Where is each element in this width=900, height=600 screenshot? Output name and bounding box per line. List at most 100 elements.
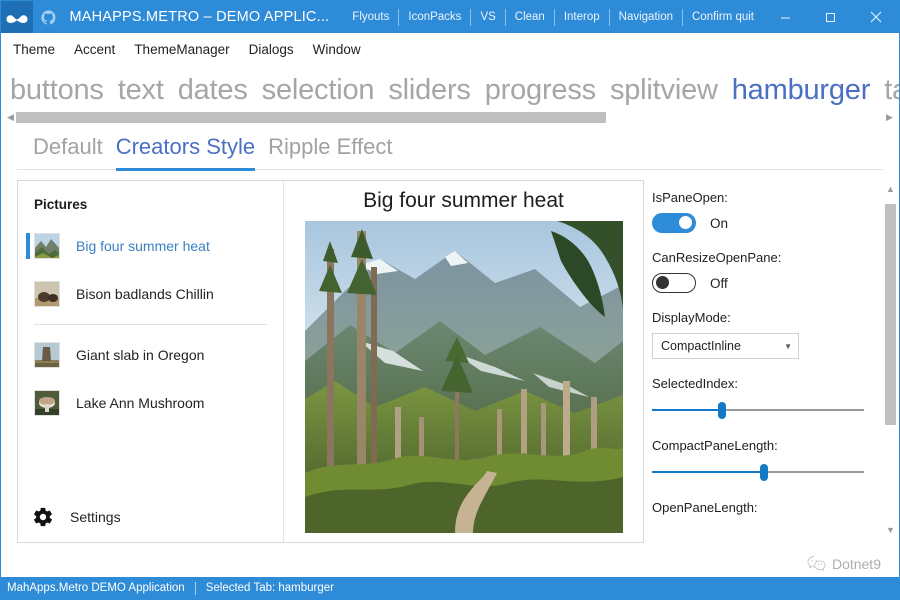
menu-item-accent[interactable]: Accent — [74, 42, 115, 57]
options-list: IsPaneOpen: On CanResizeOpenPane: Off Di… — [652, 180, 878, 577]
status-selected-tab: Selected Tab: hamburger — [205, 582, 334, 594]
settings-label: Settings — [70, 509, 121, 525]
gear-icon — [34, 507, 52, 527]
close-button[interactable] — [853, 1, 899, 33]
thumb-mountain-icon — [35, 234, 59, 258]
is-pane-open-state: On — [710, 215, 729, 231]
maximize-button[interactable] — [808, 1, 853, 33]
compact-pane-length-slider[interactable] — [652, 461, 864, 483]
detail-view: Big four summer heat — [284, 181, 643, 542]
slider-thumb[interactable] — [717, 402, 726, 419]
vscroll-track[interactable] — [885, 198, 896, 522]
menu-item-theme[interactable]: Theme — [13, 42, 55, 57]
thumbnail-icon — [34, 390, 60, 416]
option-compact-pane-length: CompactPaneLength: — [652, 438, 878, 483]
compact-pane-length-label: CompactPaneLength: — [652, 438, 778, 453]
pane-divider — [34, 324, 267, 325]
subtab-default[interactable]: Default — [33, 127, 103, 169]
display-mode-label: DisplayMode: — [652, 310, 731, 325]
tab-hamburger[interactable]: hamburger — [732, 72, 871, 108]
can-resize-open-pane-row: Off — [652, 273, 878, 293]
tab-progress[interactable]: progress — [485, 72, 596, 108]
scroll-down-icon[interactable]: ▼ — [886, 526, 895, 535]
list-item-label: Big four summer heat — [76, 238, 210, 254]
list-item-label: Bison badlands Chillin — [76, 286, 214, 302]
hscroll-track[interactable] — [16, 111, 884, 123]
display-mode-dropdown[interactable]: CompactInline ▼ — [652, 333, 799, 359]
selected-index-slider[interactable] — [652, 399, 864, 421]
option-can-resize-open-pane: CanResizeOpenPane: Off — [652, 250, 878, 293]
list-item-lake-ann-mushroom[interactable]: Lake Ann Mushroom — [18, 379, 283, 427]
window-controls — [763, 1, 899, 33]
tab-splitview[interactable]: splitview — [610, 72, 718, 108]
titlebar-menu: Flyouts IconPacks VS Clean Interop Navig… — [343, 1, 763, 33]
github-cat-icon — [41, 9, 56, 24]
is-pane-open-toggle[interactable] — [652, 213, 696, 233]
option-open-pane-length: OpenPaneLength: — [652, 500, 878, 515]
scroll-up-icon[interactable]: ▲ — [886, 185, 895, 194]
list-item-label: Lake Ann Mushroom — [76, 395, 205, 411]
options-vertical-scrollbar[interactable]: ▲ ▼ — [882, 180, 899, 540]
options-panel: IsPaneOpen: On CanResizeOpenPane: Off Di… — [644, 180, 899, 577]
menu-item-thememanager[interactable]: ThemeManager — [134, 42, 229, 57]
titlebar-item-navigation[interactable]: Navigation — [610, 8, 683, 26]
tab-dates[interactable]: dates — [178, 72, 248, 108]
tab-selection[interactable]: selection — [262, 72, 375, 108]
slider-thumb[interactable] — [760, 464, 769, 481]
thumb-slab-icon — [35, 343, 59, 367]
title-bar: MAHAPPS.METRO – DEMO APPLIC... Flyouts I… — [1, 1, 899, 33]
chevron-down-icon: ▼ — [784, 341, 792, 351]
display-mode-value: CompactInline — [661, 339, 741, 353]
can-resize-open-pane-toggle[interactable] — [652, 273, 696, 293]
close-icon — [870, 11, 882, 23]
mountain-forest-photo — [304, 221, 623, 533]
detail-photo — [304, 221, 623, 533]
pane-item-settings[interactable]: Settings — [18, 492, 283, 542]
slider-fill — [652, 471, 765, 473]
slider-fill — [652, 409, 722, 411]
selected-index-label: SelectedIndex: — [652, 376, 739, 391]
menu-bar: Theme Accent ThemeManager Dialogs Window — [1, 33, 899, 66]
mustache-icon — [6, 14, 28, 23]
subtab-creators-style[interactable]: Creators Style — [115, 127, 256, 171]
toggle-knob — [656, 276, 669, 289]
tabs-horizontal-scrollbar[interactable]: ◀ ▶ — [1, 108, 899, 126]
option-display-mode: DisplayMode: CompactInline ▼ — [652, 310, 878, 359]
tab-sliders[interactable]: sliders — [388, 72, 471, 108]
wechat-icon — [807, 556, 826, 572]
app-logo — [1, 1, 34, 33]
minimize-icon — [781, 17, 790, 18]
tab-buttons[interactable]: buttons — [10, 72, 104, 108]
titlebar-item-interop[interactable]: Interop — [555, 8, 610, 26]
github-icon[interactable] — [33, 1, 63, 33]
list-item-bison-badlands-chillin[interactable]: Bison badlands Chillin — [18, 270, 283, 318]
option-selected-index: SelectedIndex: — [652, 376, 878, 421]
titlebar-item-confirm-quit[interactable]: Confirm quit — [683, 9, 763, 26]
titlebar-item-vs[interactable]: VS — [471, 8, 506, 26]
titlebar-item-clean[interactable]: Clean — [506, 8, 555, 26]
list-item-big-four-summer-heat[interactable]: Big four summer heat — [18, 222, 283, 270]
titlebar-item-flyouts[interactable]: Flyouts — [343, 8, 400, 26]
hscroll-thumb[interactable] — [16, 111, 607, 123]
tab-text[interactable]: text — [118, 72, 164, 108]
scroll-left-icon[interactable]: ◀ — [5, 112, 16, 122]
minimize-button[interactable] — [763, 1, 808, 33]
open-pane-length-label: OpenPaneLength: — [652, 500, 758, 515]
status-separator — [194, 581, 196, 595]
titlebar-item-iconpacks[interactable]: IconPacks — [399, 8, 472, 26]
pane-spacer — [18, 427, 283, 492]
menu-item-window[interactable]: Window — [313, 42, 361, 57]
application-window: MAHAPPS.METRO – DEMO APPLIC... Flyouts I… — [0, 0, 900, 600]
list-item-giant-slab-in-oregon[interactable]: Giant slab in Oregon — [18, 331, 283, 379]
list-item-label: Giant slab in Oregon — [76, 347, 205, 363]
is-pane-open-row: On — [652, 213, 878, 233]
hamburger-menu-control: Pictures Big four summer heat Bison badl… — [17, 180, 644, 543]
menu-item-dialogs[interactable]: Dialogs — [249, 42, 294, 57]
vscroll-thumb[interactable] — [885, 204, 896, 425]
toggle-knob — [679, 216, 692, 229]
content-area: Pictures Big four summer heat Bison badl… — [1, 170, 899, 577]
thumb-mushroom-icon — [35, 391, 59, 415]
tab-tabcontrol[interactable]: tabcontrol — [884, 72, 899, 108]
subtab-ripple-effect[interactable]: Ripple Effect — [268, 127, 392, 169]
scroll-right-icon[interactable]: ▶ — [884, 112, 895, 122]
